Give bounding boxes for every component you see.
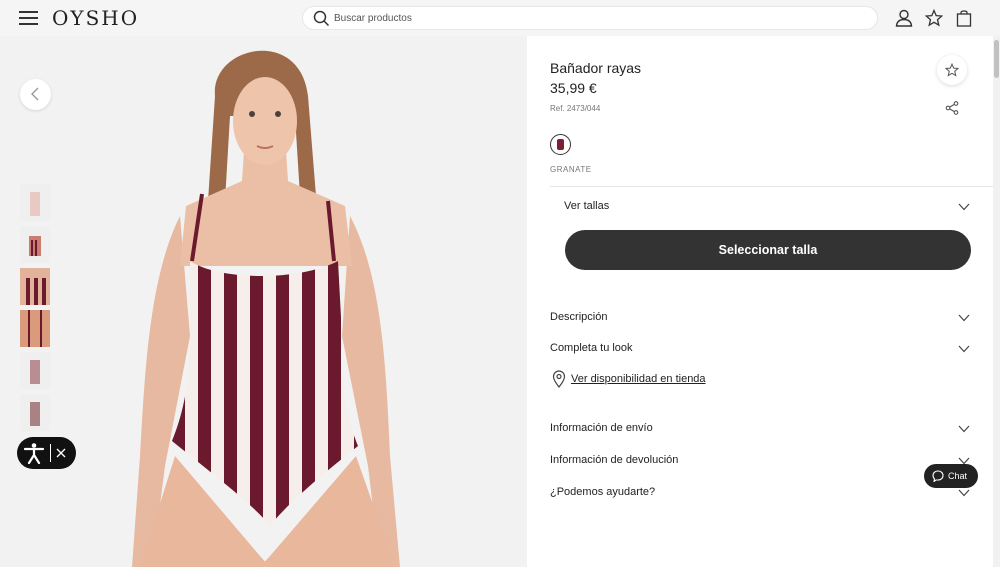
share-icon[interactable] <box>945 101 959 115</box>
product-gallery <box>0 36 527 567</box>
product-details-panel: Bañador rayas 35,99 € Ref. 2473/044 GRAN… <box>527 36 1000 567</box>
shipping-info-accordion[interactable]: Información de envío <box>550 422 653 434</box>
search-input[interactable] <box>334 10 854 26</box>
shopping-bag-icon[interactable] <box>956 9 972 27</box>
divider <box>550 186 1000 187</box>
product-price: 35,99 € <box>550 80 597 96</box>
complete-look-accordion[interactable]: Completa tu look <box>550 342 633 354</box>
returns-info-accordion[interactable]: Información de devolución <box>550 454 678 466</box>
description-accordion[interactable]: Descripción <box>550 311 607 323</box>
hamburger-menu-icon[interactable] <box>19 11 38 25</box>
chevron-down-icon[interactable] <box>958 489 970 497</box>
accessibility-widget[interactable] <box>17 437 76 469</box>
chevron-down-icon[interactable] <box>958 314 970 322</box>
header: OYSHO <box>0 0 1000 36</box>
previous-image-button[interactable] <box>20 79 51 110</box>
thumbnail-5[interactable] <box>20 352 50 389</box>
brand-logo[interactable]: OYSHO <box>52 6 139 30</box>
user-account-icon[interactable] <box>895 9 913 27</box>
chat-bubble-icon <box>932 470 944 482</box>
thumbnail-1[interactable] <box>20 184 50 221</box>
location-pin-icon <box>552 370 566 388</box>
chevron-down-icon[interactable] <box>958 425 970 433</box>
thumbnail-2[interactable] <box>20 226 50 263</box>
chevron-left-icon <box>31 87 39 101</box>
product-main-image[interactable] <box>120 36 410 567</box>
chat-button[interactable]: Chat <box>924 464 978 488</box>
help-accordion[interactable]: ¿Podemos ayudarte? <box>550 486 655 498</box>
thumbnail-list <box>20 184 50 436</box>
product-reference: Ref. 2473/044 <box>550 104 601 113</box>
store-availability-link[interactable]: Ver disponibilidad en tienda <box>571 373 706 385</box>
search-bar[interactable] <box>302 6 878 30</box>
search-icon <box>313 10 330 27</box>
thumbnail-6[interactable] <box>20 394 50 431</box>
color-name: GRANATE <box>550 165 592 174</box>
page-scrollbar[interactable] <box>993 36 1000 567</box>
product-title: Bañador rayas <box>550 60 642 76</box>
star-icon <box>945 63 959 77</box>
close-icon[interactable] <box>56 448 66 458</box>
select-size-button[interactable]: Seleccionar talla <box>565 230 971 270</box>
accessibility-icon <box>23 443 45 464</box>
chat-label: Chat <box>948 471 968 481</box>
chevron-down-icon[interactable] <box>958 203 970 211</box>
view-sizes-toggle[interactable]: Ver tallas <box>564 200 609 212</box>
thumbnail-4[interactable] <box>20 310 50 347</box>
thumbnail-3[interactable] <box>20 268 50 305</box>
add-to-favorites-button[interactable] <box>937 55 967 85</box>
chevron-down-icon[interactable] <box>958 345 970 353</box>
favorites-star-icon[interactable] <box>925 9 943 27</box>
scrollbar-thumb[interactable] <box>994 40 999 78</box>
color-swatch[interactable] <box>550 134 571 155</box>
